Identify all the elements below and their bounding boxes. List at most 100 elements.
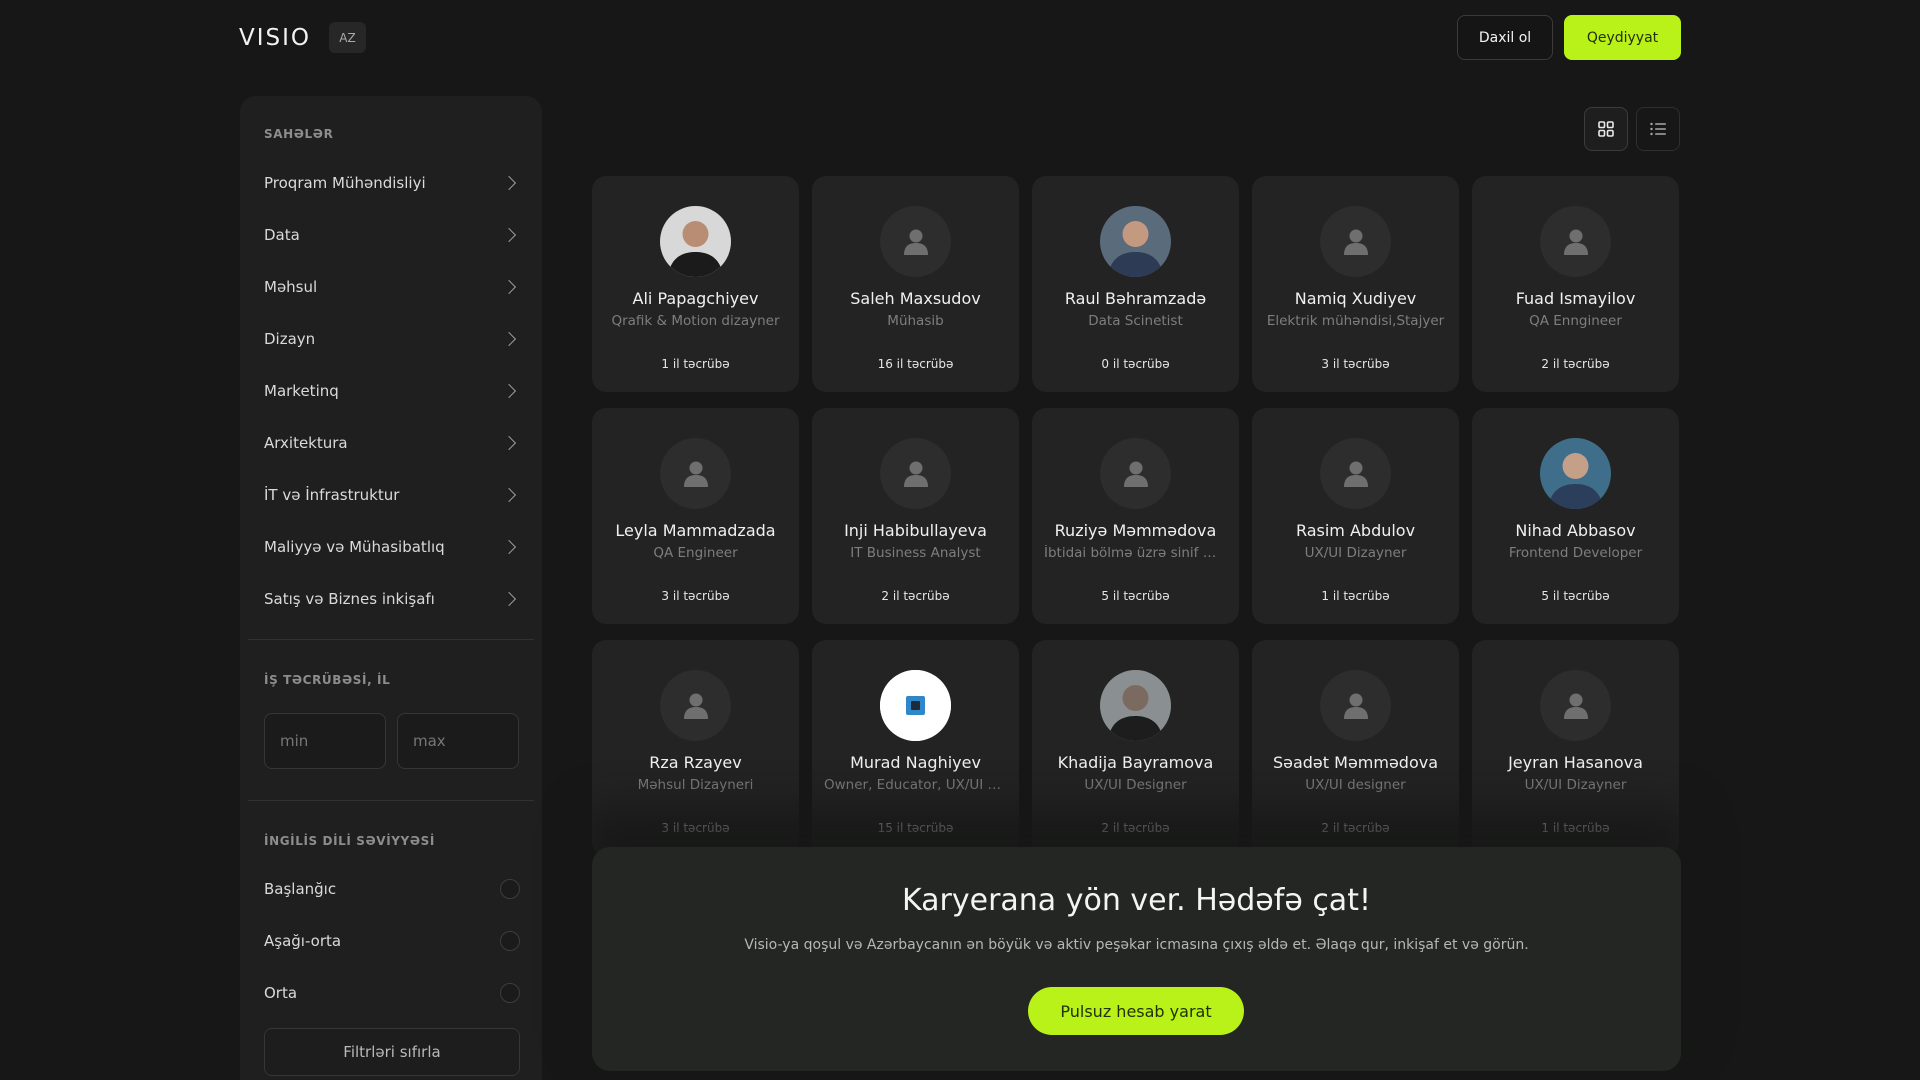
profile-card[interactable]: Rasim Abdulov UX/UI Dizayner 1 il təcrübə xyxy=(1252,408,1459,624)
chevron-right-icon xyxy=(501,539,517,555)
grid-view-button[interactable] xyxy=(1584,107,1628,151)
divider xyxy=(248,800,534,801)
profile-role: Məhsul Dizayneri xyxy=(637,777,754,793)
profile-card[interactable]: Inji Habibullayeva IT Business Analyst 2 i… xyxy=(812,408,1019,624)
profile-card[interactable]: Ali Papagchiyev Qrafik & Motion dizayner 1… xyxy=(592,176,799,392)
profile-role: İbtidai bölmə üzrə sinif müəllimi xyxy=(1044,545,1227,561)
category-item[interactable]: Proqram Mühəndisliyi xyxy=(264,168,520,198)
chevron-right-icon xyxy=(501,279,517,295)
profile-role: Owner, Educator, UX/UI Designer xyxy=(824,777,1007,793)
logo[interactable]: VISIO xyxy=(239,25,311,51)
profile-name: Khadija Bayramova xyxy=(1057,753,1214,772)
user-placeholder-icon xyxy=(683,461,708,487)
category-item[interactable]: Arxitektura xyxy=(264,428,520,458)
avatar xyxy=(880,438,951,509)
profile-role: UX/UI Designer xyxy=(1084,777,1187,793)
profile-experience: 1 il təcrübə xyxy=(1541,821,1610,835)
profile-experience: 1 il təcrübə xyxy=(661,357,730,371)
category-item[interactable]: Məhsul xyxy=(264,272,520,302)
profile-card[interactable]: Ruziyə Məmmədova İbtidai bölmə üzrə sinif… xyxy=(1032,408,1239,624)
profile-role: QA Engineer xyxy=(653,545,738,561)
profile-name: Murad Naghiyev xyxy=(850,753,981,772)
chevron-right-icon xyxy=(501,435,517,451)
english-level-option[interactable]: Başlanğıc xyxy=(264,874,520,904)
list-view-button[interactable] xyxy=(1636,107,1680,151)
category-label: Məhsul xyxy=(264,278,318,296)
profile-card[interactable]: Saleh Maxsudov Mühasib 16 il təcrübə xyxy=(812,176,1019,392)
profile-card[interactable]: Namiq Xudiyev Elektrik mühəndisi,Stajyer 3… xyxy=(1252,176,1459,392)
reset-filters-button[interactable]: Filtrləri sıfırla xyxy=(264,1028,520,1076)
chevron-right-icon xyxy=(501,591,517,607)
user-placeholder-icon xyxy=(1343,693,1368,719)
divider xyxy=(248,639,534,640)
avatar xyxy=(880,206,951,277)
profile-name: Leyla Mammadzada xyxy=(615,521,776,540)
profile-experience: 16 il təcrübə xyxy=(877,357,954,371)
profile-experience: 3 il təcrübə xyxy=(661,589,730,603)
chevron-right-icon xyxy=(501,227,517,243)
avatar xyxy=(1100,670,1171,741)
category-item[interactable]: Maliyyə və Mühasibatlıq xyxy=(264,532,520,562)
category-item[interactable]: Satış və Biznes inkişafı xyxy=(264,584,520,614)
profile-experience: 2 il təcrübə xyxy=(881,589,950,603)
radio-button[interactable] xyxy=(500,879,520,899)
cta-description: Visio-ya qoşul və Azərbaycanın ən böyük … xyxy=(744,937,1529,953)
radio-button[interactable] xyxy=(500,931,520,951)
create-account-button[interactable]: Pulsuz hesab yarat xyxy=(1028,987,1244,1035)
avatar xyxy=(660,438,731,509)
english-level-option[interactable]: Orta xyxy=(264,978,520,1008)
category-item[interactable]: Data xyxy=(264,220,520,250)
category-item[interactable]: Marketinq xyxy=(264,376,520,406)
profile-role: Data Scinetist xyxy=(1088,313,1183,329)
filter-sidebar: SAHƏLƏR Proqram Mühəndisliyi Data Məhsul… xyxy=(240,96,542,1080)
profile-card[interactable]: Fuad Ismayilov QA Enngineer 2 il təcrübə xyxy=(1472,176,1679,392)
category-item[interactable]: İT və İnfrastruktur xyxy=(264,480,520,510)
avatar xyxy=(1320,206,1391,277)
profile-card[interactable]: Raul Bəhramzadə Data Scinetist 0 il təcrüb… xyxy=(1032,176,1239,392)
avatar xyxy=(1100,438,1171,509)
avatar xyxy=(1100,206,1171,277)
profile-card[interactable]: Nihad Abbasov Frontend Developer 5 il təcr… xyxy=(1472,408,1679,624)
profile-experience: 3 il təcrübə xyxy=(1321,357,1390,371)
profile-name: Səadət Məmmədova xyxy=(1272,753,1439,772)
profile-card[interactable]: Leyla Mammadzada QA Engineer 3 il təcrübə xyxy=(592,408,799,624)
profile-experience: 2 il təcrübə xyxy=(1541,357,1610,371)
profile-name: Fuad Ismayilov xyxy=(1515,289,1636,308)
register-button[interactable]: Qeydiyyat xyxy=(1564,15,1681,60)
profile-photo xyxy=(1540,438,1611,509)
cta-title: Karyerana yön ver. Hədəfə çat! xyxy=(902,883,1371,918)
profile-name: Rasim Abdulov xyxy=(1295,521,1416,540)
radio-button[interactable] xyxy=(500,983,520,1003)
profile-experience: 2 il təcrübə xyxy=(1321,821,1390,835)
profile-name: Saleh Maxsudov xyxy=(850,289,981,308)
profile-card[interactable]: Rza Rzayev Məhsul Dizayneri 3 il təcrübə xyxy=(592,640,799,856)
login-button[interactable]: Daxil ol xyxy=(1457,15,1553,60)
fields-section-title: SAHƏLƏR xyxy=(264,127,334,141)
english-level-option[interactable]: Aşağı-orta xyxy=(264,926,520,956)
profile-role: Elektrik mühəndisi,Stajyer xyxy=(1266,313,1445,329)
profile-card[interactable]: Khadija Bayramova UX/UI Designer 2 il təcr… xyxy=(1032,640,1239,856)
profile-card[interactable]: Səadət Məmmədova UX/UI designer 2 il təcrü… xyxy=(1252,640,1459,856)
profile-experience: 1 il təcrübə xyxy=(1321,589,1390,603)
profile-role: Mühasib xyxy=(887,313,944,329)
profile-role: IT Business Analyst xyxy=(850,545,981,561)
category-label: Satış və Biznes inkişafı xyxy=(264,590,435,608)
grid-icon xyxy=(1598,121,1614,137)
profile-name: Rza Rzayev xyxy=(649,753,742,772)
profile-role: Qrafik & Motion dizayner xyxy=(611,313,780,329)
experience-min-input[interactable] xyxy=(264,713,386,769)
profile-role: UX/UI Dizayner xyxy=(1304,545,1407,561)
experience-max-input[interactable] xyxy=(397,713,519,769)
category-item[interactable]: Dizayn xyxy=(264,324,520,354)
profile-name: Jeyran Hasanova xyxy=(1508,753,1643,772)
category-label: Proqram Mühəndisliyi xyxy=(264,174,426,192)
user-placeholder-icon xyxy=(1563,693,1588,719)
user-placeholder-icon xyxy=(903,461,928,487)
profile-card[interactable]: Jeyran Hasanova UX/UI Dizayner 1 il təcrüb… xyxy=(1472,640,1679,856)
user-placeholder-icon xyxy=(903,229,928,255)
profile-card[interactable]: Murad Naghiyev Owner, Educator, UX/UI Des… xyxy=(812,640,1019,856)
language-switcher[interactable]: AZ xyxy=(329,22,367,53)
user-placeholder-icon xyxy=(683,693,708,719)
user-placeholder-icon xyxy=(1563,229,1588,255)
avatar xyxy=(660,670,731,741)
